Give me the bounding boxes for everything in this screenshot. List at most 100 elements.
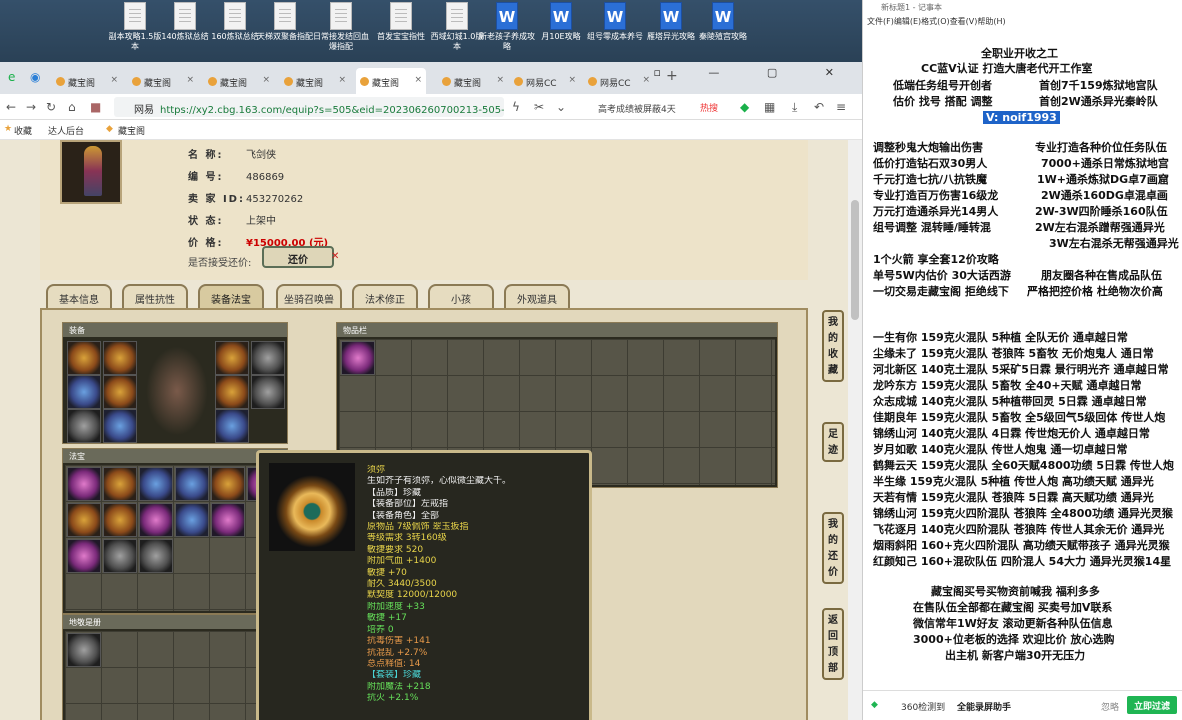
treasure-slot[interactable] <box>139 503 173 537</box>
page-tab[interactable]: 装备法宝 <box>198 284 264 308</box>
tab-close-icon[interactable]: × <box>110 75 118 85</box>
equip-slot[interactable] <box>251 375 285 409</box>
equip-slot-ring[interactable] <box>215 375 249 409</box>
desktop-file-icon[interactable]: W 月10E攻略 <box>532 2 590 42</box>
back-icon[interactable]: ← <box>6 100 16 114</box>
tab-close-icon[interactable]: × <box>186 75 194 85</box>
desktop-file-icon[interactable]: W 秦陵殖宫攻略 <box>694 2 752 42</box>
forward-icon[interactable]: → <box>26 100 36 114</box>
equip-slot[interactable] <box>67 409 101 443</box>
treasure-slot[interactable] <box>67 467 101 501</box>
tab-close-icon[interactable]: × <box>568 75 576 85</box>
browser-tab[interactable]: 网易CC × <box>584 68 654 94</box>
desktop-file-label: 组号零成本养号 <box>587 32 643 41</box>
equip-slot[interactable] <box>215 409 249 443</box>
browser-tab[interactable]: 藏宝阁 × <box>52 68 122 94</box>
download-icon[interactable]: ⤓ <box>792 100 797 115</box>
home-icon[interactable]: ⌂ <box>68 100 76 114</box>
equip-slot[interactable] <box>103 341 137 375</box>
page-tab[interactable]: 外观道具 <box>504 284 570 308</box>
pet-slot[interactable] <box>67 633 101 667</box>
treasure-slot[interactable] <box>211 503 245 537</box>
browser-tab[interactable]: 藏宝阁 × <box>280 68 350 94</box>
notepad-line-text: 一生有你 159克火混队 5种植 全队无价 通卓越日常 <box>873 331 1128 344</box>
desktop-file-icon[interactable]: 首发宝宝指性 <box>372 2 430 42</box>
side-button[interactable]: 返回顶部 <box>822 608 844 680</box>
equip-slot[interactable] <box>67 375 101 409</box>
bag-icon[interactable]: ■ <box>90 100 101 114</box>
inventory-slot[interactable] <box>341 341 375 375</box>
tab-close-icon[interactable]: × <box>338 75 346 85</box>
bookmark-user-backend[interactable]: 达人后台 <box>48 124 84 137</box>
page-tab[interactable]: 坐骑召唤兽 <box>276 284 342 308</box>
browser-tab[interactable]: 藏宝阁 × <box>438 68 508 94</box>
bargain-button[interactable]: 还价 <box>262 246 334 268</box>
tab-close-icon[interactable]: × <box>262 75 270 85</box>
page-tab[interactable]: 法术修正 <box>352 284 418 308</box>
treasure-slot[interactable] <box>211 467 245 501</box>
side-button[interactable]: 足迹 <box>822 422 844 462</box>
equip-slot[interactable] <box>103 375 137 409</box>
menu-icon[interactable]: ≡ <box>836 100 846 114</box>
treasure-slot[interactable] <box>103 539 137 573</box>
notepad-text-area[interactable]: 全职业开收之工 CC蓝V认证 打造大唐老代开工作室 低端任务组号开创者 首创7千159… <box>863 30 1182 690</box>
cut-icon[interactable]: ✂ <box>534 100 544 114</box>
browser-tab[interactable]: 藏宝阁 × <box>128 68 198 94</box>
apps-grid-icon[interactable]: ▦ <box>764 100 775 114</box>
url-input[interactable]: 网易 https://xy2.cbg.163.com/equip?s=505&ei… <box>114 97 504 117</box>
browser-tab[interactable]: 网易CC × <box>510 68 580 94</box>
side-button[interactable]: 我的收藏 <box>822 310 844 382</box>
notepad-menu-item[interactable]: 查看(V) <box>950 17 978 26</box>
desktop-file-icon[interactable]: 天梯双聚备指配 <box>256 2 314 42</box>
desktop-file-icon[interactable]: W 雁塔异光攻略 <box>642 2 700 42</box>
treasure-slot[interactable] <box>139 539 173 573</box>
notepad-line-text: 单号5W内估价 30大话西游 <box>873 269 1011 282</box>
tooltip-line: 须弥 <box>367 465 386 475</box>
browser-tab[interactable]: 藏宝阁 × <box>356 68 426 94</box>
lightning-icon[interactable]: ϟ <box>512 100 520 114</box>
treasure-slot[interactable] <box>175 467 209 501</box>
bookmark-favorites[interactable]: 收藏 <box>14 124 32 137</box>
treasure-slot[interactable] <box>175 503 209 537</box>
word-file-icon: W <box>604 2 626 30</box>
tab-close-icon[interactable]: × <box>414 75 422 85</box>
notepad-line-text: 朋友圈各种在售成品队伍 <box>1041 269 1162 282</box>
equip-slot[interactable] <box>103 409 137 443</box>
page-tab[interactable]: 小孩 <box>428 284 494 308</box>
page-tab[interactable]: 基本信息 <box>46 284 112 308</box>
treasure-slot[interactable] <box>67 503 101 537</box>
reload-icon[interactable]: ↻ <box>46 100 56 114</box>
desktop-file-icon[interactable]: 日常接发结回血爆指配 <box>312 2 370 52</box>
page-tab[interactable]: 属性抗性 <box>122 284 188 308</box>
browser-tab[interactable]: 藏宝阁 × <box>204 68 274 94</box>
notepad-menu-item[interactable]: 帮助(H) <box>977 17 1005 26</box>
treasure-slot[interactable] <box>103 503 137 537</box>
extension-green-icon[interactable]: ◆ <box>740 100 749 114</box>
page-scrollbar[interactable] <box>848 140 862 720</box>
tab-label: 藏宝阁 <box>454 79 482 89</box>
window-controls[interactable]: ▫ — ▢ ✕ <box>653 66 856 79</box>
dropdown-icon[interactable]: ⌄ <box>556 100 566 114</box>
tab-close-icon[interactable]: × <box>496 75 504 85</box>
notepad-menu-item[interactable]: 文件(F) <box>867 17 894 26</box>
side-button[interactable]: 我的还价 <box>822 512 844 584</box>
equip-slot[interactable] <box>251 341 285 375</box>
popup-filter-button[interactable]: 立即过滤 <box>1127 696 1177 714</box>
tooltip-line: 【品质】珍藏 <box>367 487 422 498</box>
tab-label: 藏宝阁 <box>68 79 96 89</box>
extension-icon[interactable]: ◉ <box>30 70 40 84</box>
undo-icon[interactable]: ↶ <box>814 100 824 114</box>
desktop-file-icon[interactable]: W 新老孩子养成攻略 <box>478 2 536 52</box>
treasure-slot[interactable] <box>139 467 173 501</box>
hot-search-badge[interactable]: 热搜 <box>700 101 718 114</box>
treasure-slot[interactable] <box>67 539 101 573</box>
popup-ignore-button[interactable]: 忽略 <box>1101 700 1119 713</box>
treasure-slot[interactable] <box>103 467 137 501</box>
notepad-menu-item[interactable]: 编辑(E) <box>894 17 921 26</box>
notepad-menu-item[interactable]: 格式(O) <box>921 17 950 26</box>
desktop-file-icon[interactable]: W 组号零成本养号 <box>586 2 644 42</box>
bookmark-cbg[interactable]: 藏宝阁 <box>118 124 145 137</box>
equip-slot[interactable] <box>215 341 249 375</box>
equip-slot[interactable] <box>67 341 101 375</box>
tab-close-icon[interactable]: × <box>642 75 650 85</box>
